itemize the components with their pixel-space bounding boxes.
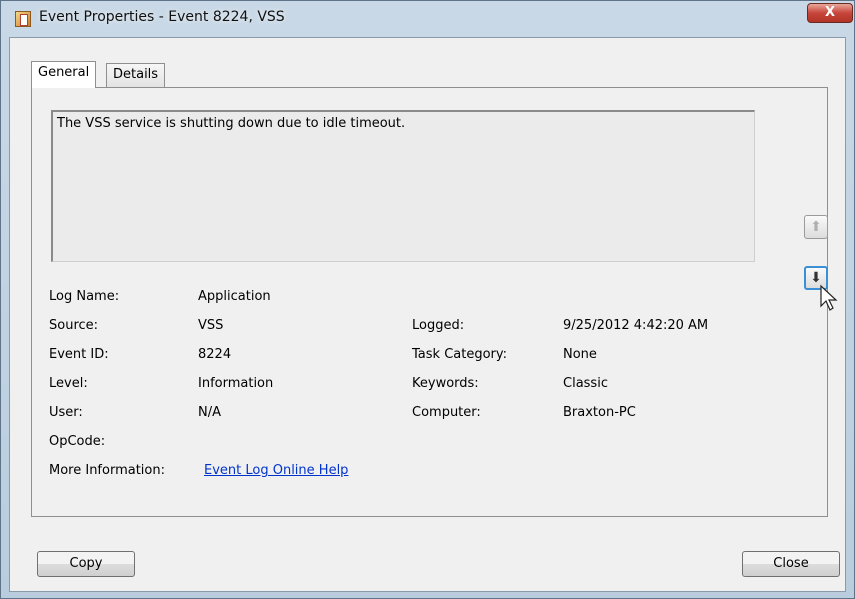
user-label: User: bbox=[49, 405, 83, 420]
source-value: VSS bbox=[198, 318, 224, 333]
event-viewer-icon bbox=[15, 11, 31, 27]
event-id-value: 8224 bbox=[198, 347, 232, 362]
mouse-pointer-icon bbox=[820, 284, 838, 311]
window-title: Event Properties - Event 8224, VSS bbox=[39, 9, 285, 25]
level-value: Information bbox=[198, 376, 274, 391]
close-button[interactable]: Close bbox=[742, 551, 840, 577]
copy-button[interactable]: Copy bbox=[37, 551, 135, 577]
source-label: Source: bbox=[49, 318, 99, 333]
general-tab-panel: The VSS service is shutting down due to … bbox=[31, 87, 828, 517]
event-id-label: Event ID: bbox=[49, 347, 109, 362]
keywords-label: Keywords: bbox=[412, 376, 479, 391]
user-value: N/A bbox=[198, 405, 221, 420]
log-name-label: Log Name: bbox=[49, 289, 120, 304]
computer-value: Braxton-PC bbox=[563, 405, 636, 420]
logged-value: 9/25/2012 4:42:20 AM bbox=[563, 318, 709, 333]
dialog-body: General Details The VSS service is shutt… bbox=[9, 37, 846, 592]
event-properties-window: Event Properties - Event 8224, VSS X Gen… bbox=[0, 0, 855, 599]
keywords-value: Classic bbox=[563, 376, 608, 391]
previous-event-button[interactable]: ⬆ bbox=[804, 215, 828, 239]
title-bar[interactable]: Event Properties - Event 8224, VSS X bbox=[1, 1, 854, 37]
event-log-online-help-link[interactable]: Event Log Online Help bbox=[204, 463, 348, 478]
tab-details[interactable]: Details bbox=[106, 63, 166, 87]
close-window-button[interactable]: X bbox=[807, 3, 853, 23]
logged-label: Logged: bbox=[412, 318, 465, 333]
opcode-label: OpCode: bbox=[49, 434, 106, 449]
log-name-value: Application bbox=[198, 289, 271, 304]
task-category-value: None bbox=[563, 347, 597, 362]
tab-general[interactable]: General bbox=[31, 61, 97, 88]
more-information-label: More Information: bbox=[49, 463, 165, 478]
close-icon: X bbox=[824, 5, 836, 20]
level-label: Level: bbox=[49, 376, 88, 391]
arrow-up-icon: ⬆ bbox=[810, 219, 822, 235]
computer-label: Computer: bbox=[412, 405, 481, 420]
event-description[interactable]: The VSS service is shutting down due to … bbox=[51, 110, 755, 262]
task-category-label: Task Category: bbox=[412, 347, 508, 362]
